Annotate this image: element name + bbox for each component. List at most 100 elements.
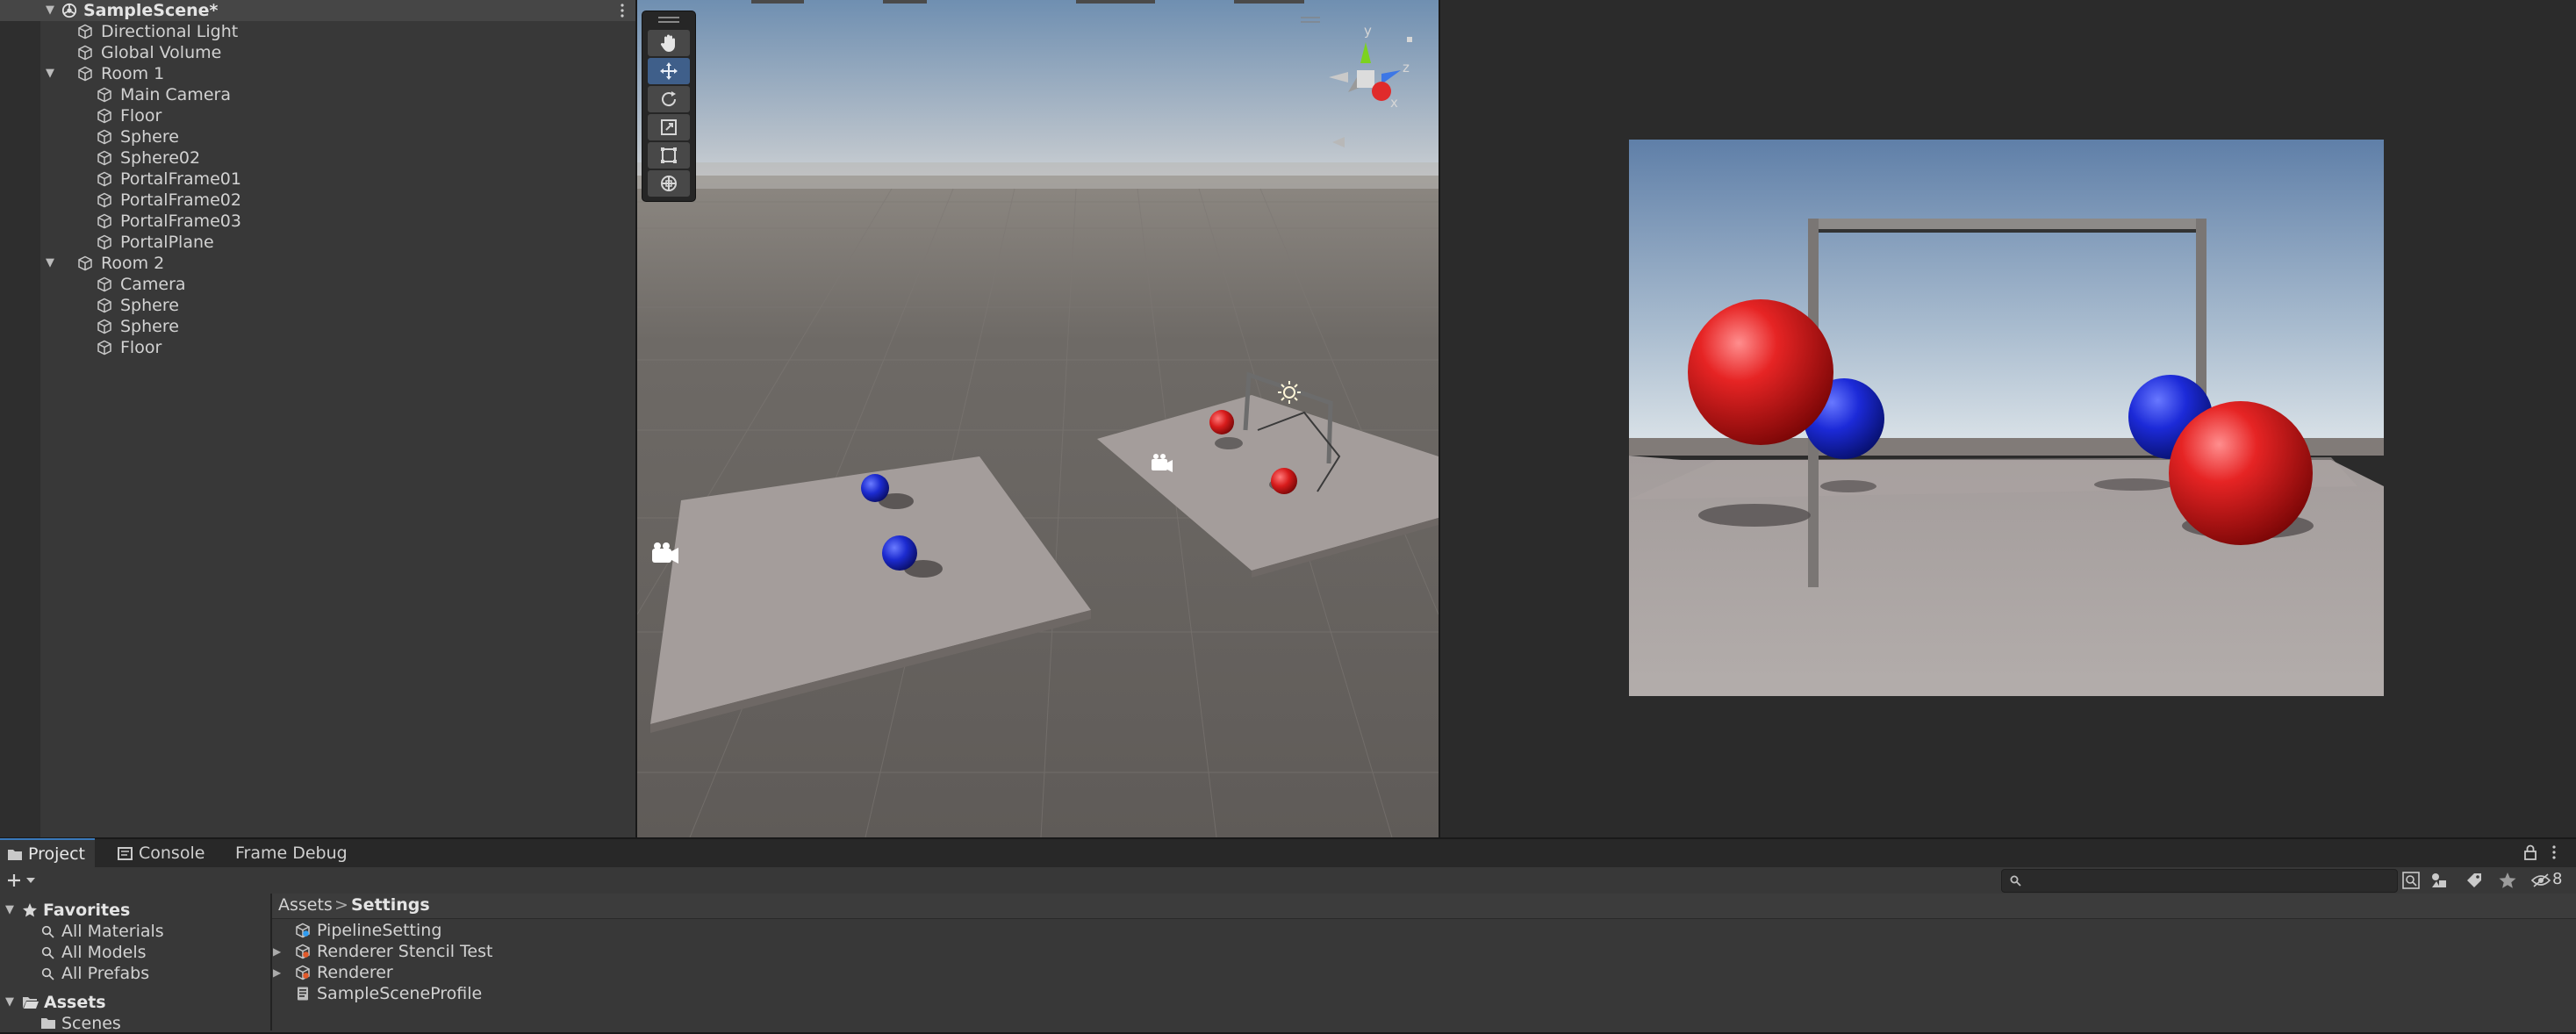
- tools-drag-handle[interactable]: [658, 17, 679, 18]
- scale-icon: [661, 119, 677, 135]
- create-dropdown-button[interactable]: [5, 870, 35, 891]
- hierarchy-item[interactable]: ▼ Room 1: [0, 63, 635, 84]
- folder-icon: [8, 850, 22, 860]
- asset-item-label: PipelineSetting: [317, 921, 442, 940]
- filter-by-label-icon[interactable]: [2465, 871, 2484, 890]
- hierarchy-item[interactable]: Sphere: [0, 295, 635, 316]
- tab-frame-debug-label: Frame Debug: [235, 844, 348, 863]
- profile-asset-icon: [295, 986, 311, 1007]
- gameobject-cube-icon: [97, 340, 112, 355]
- hierarchy-item[interactable]: PortalFrame01: [0, 169, 635, 190]
- hierarchy-item[interactable]: Main Camera: [0, 84, 635, 105]
- favorite-star-icon[interactable]: [2498, 871, 2517, 890]
- hierarchy-item[interactable]: Floor: [0, 105, 635, 126]
- gameobject-cube-icon: [97, 234, 112, 250]
- hierarchy-item-label: PortalFrame03: [120, 212, 241, 231]
- tab-console-label: Console: [139, 844, 205, 863]
- scene-name: SampleScene*: [83, 1, 219, 20]
- favorite-item[interactable]: All Models: [0, 942, 263, 963]
- transform-tool-button[interactable]: [648, 170, 690, 197]
- asset-item[interactable]: ▶ Renderer: [272, 962, 886, 983]
- hierarchy-item[interactable]: PortalPlane: [0, 232, 635, 253]
- sphere-red-2[interactable]: [1271, 468, 1297, 494]
- foldout-arrow-icon[interactable]: ▼: [44, 63, 56, 84]
- expand-arrow-icon[interactable]: ▶: [273, 941, 281, 962]
- sphere-blue-2[interactable]: [882, 535, 917, 571]
- open-folder-icon: [23, 997, 39, 1009]
- rotate-tool-button[interactable]: [648, 86, 690, 112]
- favorite-item-label: All Prefabs: [61, 964, 150, 983]
- search-icon: [41, 925, 54, 938]
- chevron-down-icon: [26, 878, 35, 883]
- folder-scenes-row[interactable]: Scenes: [0, 1013, 263, 1034]
- more-menu-icon[interactable]: [620, 4, 625, 18]
- project-folder-tree: ▼ Favorites ▼ Assets Scenes All Material…: [0, 894, 272, 1033]
- favorite-item-label: All Materials: [61, 922, 164, 941]
- hierarchy-item-label: Room 1: [101, 64, 165, 83]
- hierarchy-item-label: Camera: [120, 275, 186, 294]
- rect-tool-button[interactable]: [648, 142, 690, 169]
- expand-arrow-icon[interactable]: ▶: [273, 962, 281, 983]
- sphere-blue-1[interactable]: [861, 474, 889, 502]
- foldout-arrow-icon[interactable]: ▼: [44, 0, 56, 21]
- hierarchy-item[interactable]: PortalFrame02: [0, 190, 635, 211]
- foldout-arrow-icon[interactable]: ▼: [5, 900, 14, 921]
- search-by-type-icon[interactable]: [2401, 871, 2421, 890]
- gameobject-cube-icon: [97, 213, 112, 229]
- assets-root-row[interactable]: ▼ Assets: [0, 992, 263, 1013]
- breadcrumb-root[interactable]: Assets: [278, 895, 333, 915]
- hidden-packages-toggle[interactable]: 8: [2531, 870, 2573, 890]
- hierarchy-item[interactable]: Global Volume: [0, 42, 635, 63]
- foldout-arrow-icon[interactable]: ▼: [44, 253, 56, 274]
- scene-tools-overlay: [642, 11, 696, 202]
- hand-tool-button[interactable]: [648, 30, 690, 56]
- scene-view[interactable]: y z x: [637, 0, 1439, 837]
- eye-slash-icon: [2531, 873, 2551, 887]
- tab-frame-debug[interactable]: Frame Debug: [233, 839, 356, 867]
- hierarchy-item-label: PortalFrame01: [120, 169, 241, 189]
- favorite-item[interactable]: All Prefabs: [0, 963, 263, 984]
- gameobject-cube-icon: [77, 45, 93, 61]
- hierarchy-item-label: Sphere: [120, 127, 179, 147]
- favorites-row[interactable]: ▼ Favorites: [0, 900, 263, 921]
- asset-item[interactable]: PipelineSetting: [272, 920, 886, 941]
- scene-viewport-render[interactable]: y z x: [637, 0, 1439, 837]
- breadcrumb-separator: >: [334, 895, 348, 915]
- lock-icon[interactable]: [2524, 844, 2537, 860]
- hierarchy-item[interactable]: ▼ Room 2: [0, 253, 635, 274]
- hierarchy-item-label: Directional Light: [101, 22, 239, 41]
- hierarchy-item[interactable]: Directional Light: [0, 21, 635, 42]
- asset-item-label: SampleSceneProfile: [317, 984, 483, 1003]
- plus-icon: [8, 874, 20, 887]
- filter-by-type-icon[interactable]: [2429, 871, 2449, 890]
- hierarchy-item-label: Floor: [120, 338, 162, 357]
- gizmo-x-label: x: [1390, 95, 1398, 111]
- hierarchy-item[interactable]: Sphere: [0, 316, 635, 337]
- hierarchy-item-label: Floor: [120, 106, 162, 126]
- search-input[interactable]: [2027, 870, 2390, 894]
- project-search-field[interactable]: [2001, 869, 2398, 894]
- panel-menu-icon[interactable]: [2551, 844, 2557, 860]
- hierarchy-item[interactable]: Sphere02: [0, 147, 635, 169]
- move-icon: [660, 62, 678, 80]
- tab-project[interactable]: Project: [0, 838, 95, 868]
- hidden-count: 8: [2552, 870, 2563, 888]
- hierarchy-item[interactable]: PortalFrame03: [0, 211, 635, 232]
- foldout-arrow-icon[interactable]: ▼: [5, 992, 14, 1013]
- game-view-render[interactable]: [1629, 140, 2384, 696]
- tab-console[interactable]: Console: [114, 839, 211, 867]
- sphere-red-1[interactable]: [1209, 410, 1234, 434]
- scale-tool-button[interactable]: [648, 114, 690, 140]
- hierarchy-item[interactable]: Floor: [0, 337, 635, 358]
- hierarchy-panel: ▼ SampleScene* Directional Light Global V…: [0, 0, 637, 837]
- hierarchy-item[interactable]: Camera: [0, 274, 635, 295]
- favorite-item[interactable]: All Materials: [0, 921, 263, 942]
- gameobject-cube-icon: [97, 276, 112, 292]
- asset-item[interactable]: ▶ Renderer Stencil Test: [272, 941, 886, 962]
- breadcrumb-current[interactable]: Settings: [351, 895, 430, 915]
- transform-icon: [661, 176, 677, 191]
- move-tool-button[interactable]: [648, 58, 690, 84]
- hierarchy-item[interactable]: Sphere: [0, 126, 635, 147]
- scene-row[interactable]: ▼ SampleScene*: [0, 0, 635, 21]
- asset-item[interactable]: SampleSceneProfile: [272, 983, 886, 1004]
